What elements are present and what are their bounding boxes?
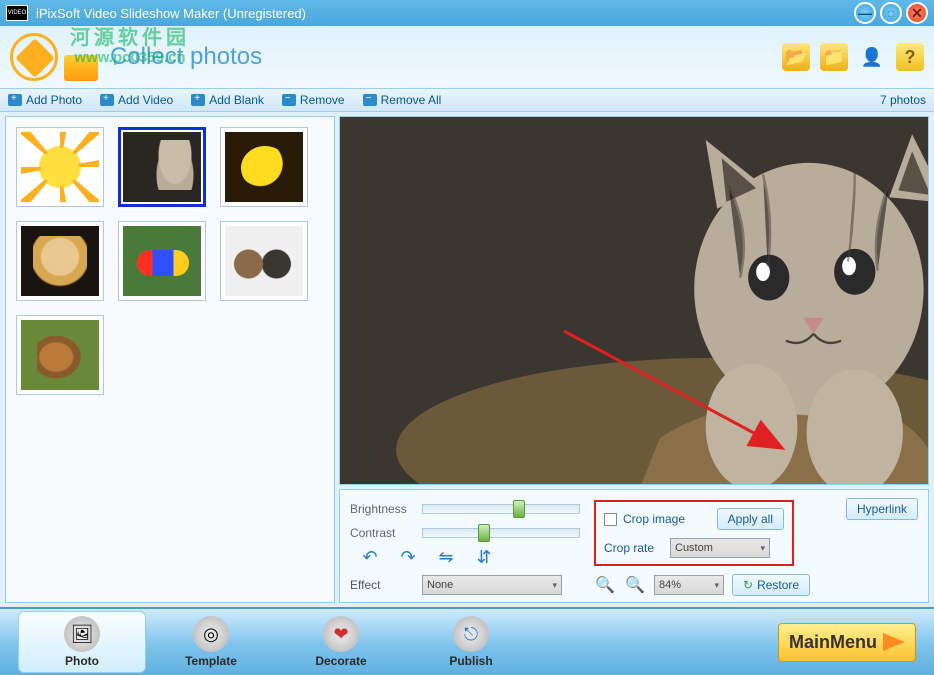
effect-select[interactable]: None▾ [422,575,562,595]
minus-icon [282,94,296,106]
maximize-button[interactable]: ◌ [880,2,902,24]
header: Collect photos 河源软件园 www.pc0359.cn 📂 📁 👤… [0,26,934,88]
hyperlink-button[interactable]: Hyperlink [846,498,918,520]
thumb-image [21,132,99,202]
thumbnail-5[interactable]: 5 [118,221,206,301]
thumbnail-7[interactable]: 7 [16,315,104,395]
contrast-slider[interactable] [422,528,580,538]
step-photo[interactable]: 🖼 Photo [18,611,146,673]
chevron-down-icon: ▾ [714,580,719,591]
page-title: Collect photos [110,43,262,71]
brightness-slider[interactable] [422,504,580,514]
brightness-label: Brightness [350,502,414,516]
chevron-down-icon: ▾ [760,543,765,554]
minimize-button[interactable]: — [854,2,876,24]
publish-step-icon: ⎋ [453,616,489,652]
save-project-icon[interactable]: 📁 [820,43,848,71]
crop-rate-select[interactable]: Custom▾ [670,538,770,558]
zoom-select[interactable]: 84%▾ [654,575,724,595]
flip-horizontal-button[interactable]: ⇋ [432,546,460,568]
thumb-image [21,226,99,296]
flip-vertical-button[interactable]: ⇵ [470,546,498,568]
thumbnail-2[interactable]: 2 [118,127,206,207]
effect-label: Effect [350,578,414,592]
zoom-out-button[interactable]: 🔍 [624,575,646,595]
thumb-image [21,320,99,390]
add-blank-button[interactable]: Add Blank [191,93,264,107]
remove-button[interactable]: Remove [282,93,345,107]
remove-all-button[interactable]: Remove All [363,93,442,107]
restore-icon: ↻ [743,578,753,592]
apply-all-button[interactable]: Apply all [717,508,784,530]
add-photo-button[interactable]: Add Photo [8,93,82,107]
decorate-step-icon: ❤ [323,616,359,652]
thumbnail-pane: 123 456 7 [5,116,335,603]
template-step-icon: ◎ [193,616,229,652]
help-icon[interactable]: ? [896,43,924,71]
thumbnail-6[interactable]: 6 [220,221,308,301]
close-button[interactable]: ✕ [906,2,928,24]
step-template[interactable]: ◎ Template [146,616,276,668]
rotate-left-button[interactable]: ↶ [356,546,384,568]
photo-count: 7 photos [880,93,926,107]
logo-sub-icon [64,55,98,81]
open-project-icon[interactable]: 📂 [782,43,810,71]
right-pane: Brightness Contrast ↶ ↷ ⇋ ⇵ Crop image A… [339,116,929,603]
minus-icon [363,94,377,106]
chevron-down-icon: ▾ [552,580,557,591]
preview-area[interactable] [339,116,929,485]
titlebar: VIDEO iPixSoft Video Slideshow Maker (Un… [0,0,934,26]
crop-image-checkbox[interactable] [604,513,617,526]
workarea: 123 456 7 [0,112,934,607]
thumb-image [123,132,201,202]
add-video-button[interactable]: Add Video [100,93,173,107]
rotate-right-button[interactable]: ↷ [394,546,422,568]
app-icon: VIDEO [6,5,28,21]
bottombar: 🖼 Photo ◎ Template ❤ Decorate ⎋ Publish … [0,607,934,675]
plus-icon [191,94,205,106]
logo-icon [10,33,58,81]
crop-rate-label: Crop rate [604,541,664,555]
contrast-label: Contrast [350,526,414,540]
thumbnail-4[interactable]: 4 [16,221,104,301]
crop-annotation-box: Crop image Apply all Crop rate Custom▾ [594,500,794,566]
plus-icon [100,94,114,106]
photo-step-icon: 🖼 [64,616,100,652]
step-publish[interactable]: ⎋ Publish [406,616,536,668]
zoom-in-button[interactable]: 🔍 [594,575,616,595]
thumb-image [123,226,201,296]
thumbnail-1[interactable]: 1 [16,127,104,207]
thumb-image [225,132,303,202]
account-icon[interactable]: 👤 [858,43,886,71]
window-title: iPixSoft Video Slideshow Maker (Unregist… [36,6,850,21]
main-menu-button[interactable]: MainMenu [778,623,916,662]
step-decorate[interactable]: ❤ Decorate [276,616,406,668]
crop-image-label: Crop image [623,512,685,526]
plus-icon [8,94,22,106]
toolbar: Add Photo Add Video Add Blank Remove Rem… [0,88,934,112]
adjust-panel: Brightness Contrast ↶ ↷ ⇋ ⇵ Crop image A… [339,489,929,603]
thumb-image [225,226,303,296]
restore-button[interactable]: ↻Restore [732,574,810,596]
play-icon [883,633,905,651]
thumbnail-3[interactable]: 3 [220,127,308,207]
